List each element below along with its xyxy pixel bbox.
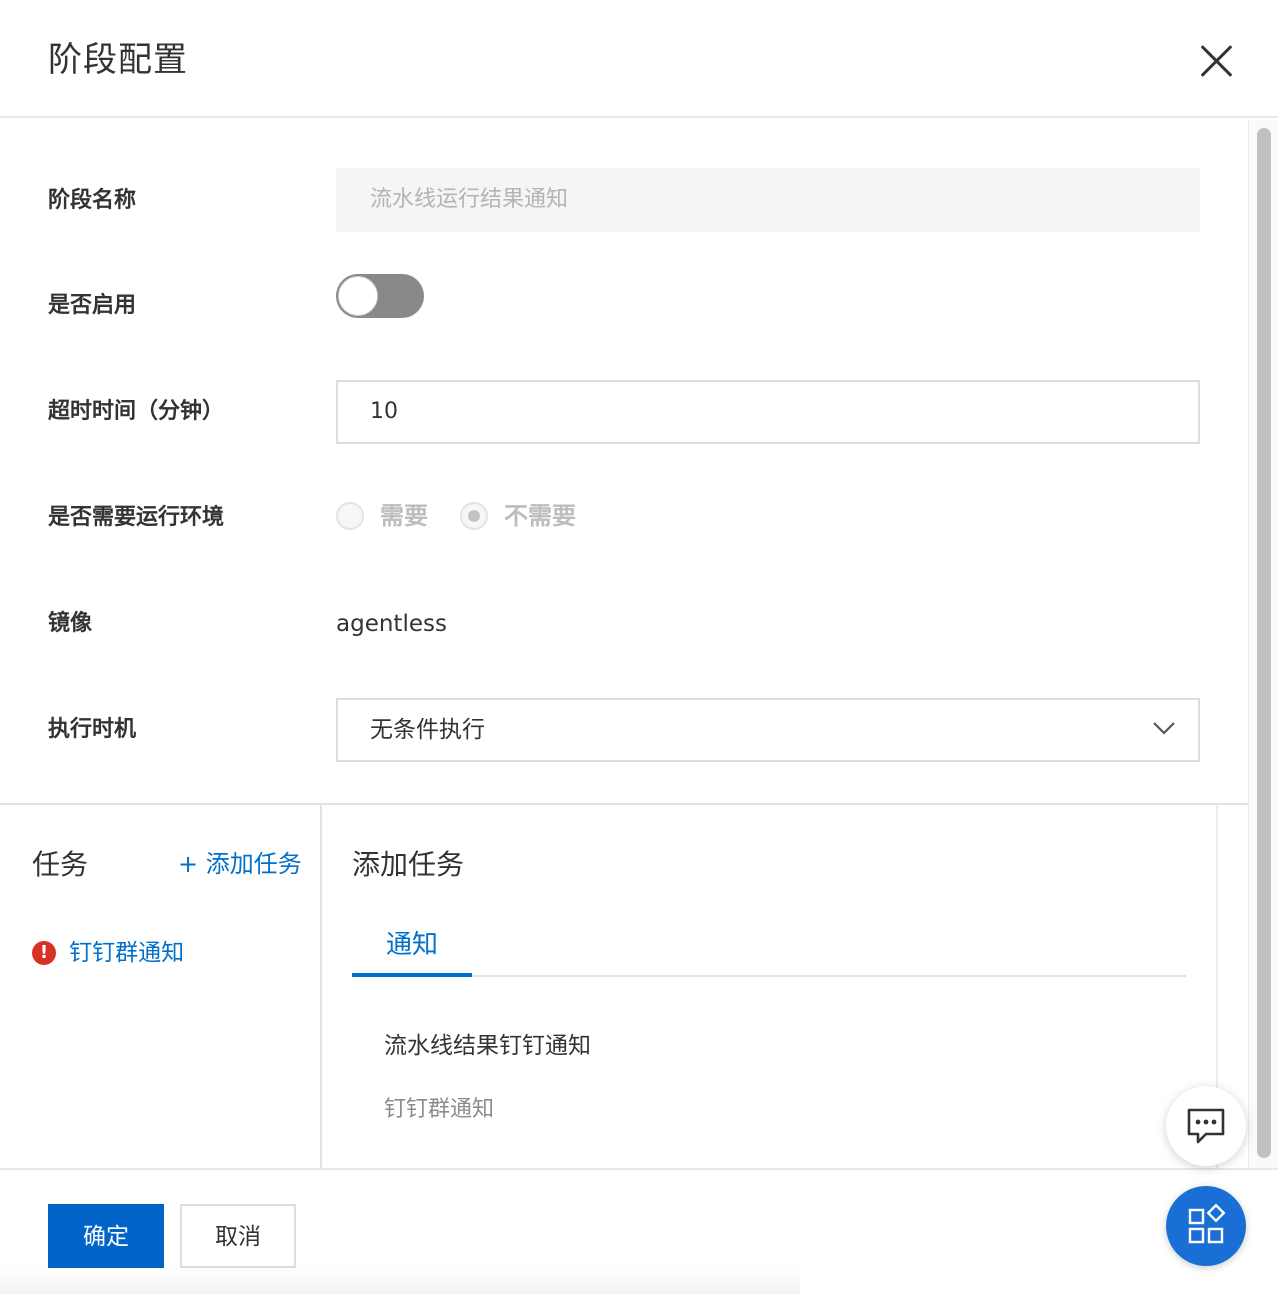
add-task-panel: 添加任务 通知 流水线结果钉钉通知 钉钉群通知	[324, 805, 1218, 1168]
radio-no-need-label[interactable]: 不需要	[504, 500, 576, 532]
add-task-link[interactable]: + 添加任务	[178, 847, 302, 881]
execution-select-value: 无条件执行	[370, 717, 485, 743]
chevron-down-icon	[1153, 722, 1175, 735]
chat-button[interactable]	[1166, 1086, 1246, 1166]
stage-name-input: 流水线运行结果通知	[336, 168, 1200, 232]
radio-no-need[interactable]	[460, 502, 488, 530]
close-icon[interactable]	[1196, 40, 1236, 80]
task-list-title: 任务	[32, 848, 89, 881]
task-option-subtitle: 钉钉群通知	[384, 1097, 495, 1122]
apps-button[interactable]	[1166, 1186, 1246, 1266]
scrollbar-thumb[interactable]	[1257, 128, 1271, 1158]
footer-shadow	[0, 1266, 800, 1294]
stage-config-dialog: 阶段配置 阶段名称 流水线运行结果通知 是否启用 超时时间（分钟） 10 是否需…	[0, 0, 1278, 1294]
image-label: 镜像	[48, 611, 93, 636]
task-option-dingtalk-result[interactable]: 流水线结果钉钉通知	[384, 1030, 591, 1062]
timeout-input[interactable]: 10	[336, 380, 1200, 444]
chat-icon	[1187, 1108, 1225, 1144]
image-value: agentless	[336, 611, 447, 637]
tab-notify[interactable]: 通知	[352, 925, 472, 977]
task-item-label: 钉钉群通知	[69, 940, 185, 966]
task-list-panel: 任务 + 添加任务 ! 钉钉群通知	[0, 805, 322, 1168]
runtime-env-label: 是否需要运行环境	[48, 505, 225, 530]
error-icon: !	[32, 941, 56, 965]
stage-name-label: 阶段名称	[48, 188, 137, 213]
enabled-label: 是否启用	[48, 293, 137, 318]
dialog-title: 阶段配置	[48, 40, 188, 80]
cancel-button[interactable]: 取消	[180, 1204, 296, 1268]
radio-need[interactable]	[336, 502, 364, 530]
execution-label: 执行时机	[48, 717, 137, 742]
execution-select[interactable]: 无条件执行	[336, 698, 1200, 762]
tabs-divider	[352, 975, 1186, 977]
confirm-button[interactable]: 确定	[48, 1204, 164, 1268]
scrollbar[interactable]	[1248, 120, 1278, 1168]
enabled-toggle[interactable]	[336, 274, 424, 318]
apps-icon	[1188, 1203, 1226, 1244]
toggle-knob	[338, 276, 378, 316]
radio-need-label[interactable]: 需要	[380, 500, 428, 532]
dialog-header: 阶段配置	[0, 0, 1278, 118]
dialog-footer: 确定 取消	[0, 1168, 1278, 1294]
add-task-title: 添加任务	[352, 848, 465, 881]
timeout-label: 超时时间（分钟）	[48, 399, 225, 424]
task-item-dingtalk[interactable]: ! 钉钉群通知	[32, 937, 184, 969]
